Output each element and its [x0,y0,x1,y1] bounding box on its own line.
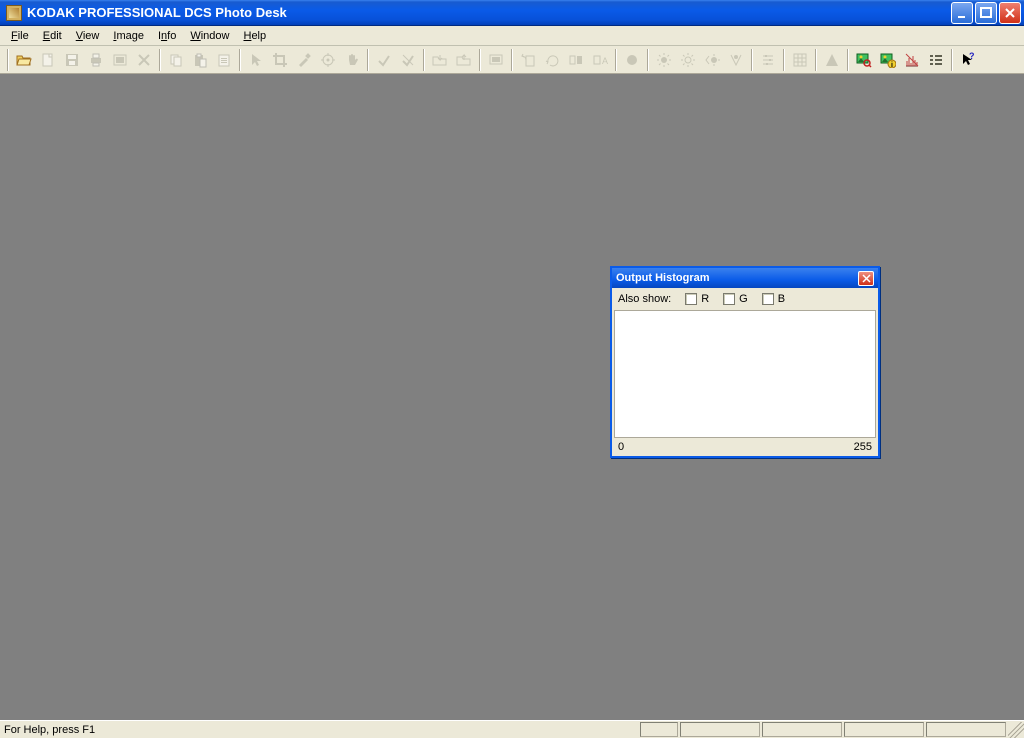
save-icon[interactable] [61,49,83,71]
histogram-footer: 0 255 [612,438,878,456]
histogram-controls: Also show: R G B [612,288,878,310]
rotate-right-icon[interactable] [541,49,563,71]
histogram-max: 255 [854,441,872,453]
minimize-button[interactable] [951,2,973,24]
toolbar-sep [815,49,817,71]
brightness-up-icon[interactable] [653,49,675,71]
status-pane [680,722,760,737]
find-image-icon[interactable] [853,49,875,71]
toolbar-sep [7,49,9,71]
menu-edit[interactable]: Edit [36,28,69,44]
toolbar-sep [647,49,649,71]
toolbar: A i ? [0,46,1024,74]
status-pane [844,722,924,737]
eyedropper-icon[interactable] [293,49,315,71]
toolbar-sep [847,49,849,71]
folder-in-icon[interactable] [429,49,451,71]
checkbox-r[interactable]: R [685,293,709,305]
clipboard-icon[interactable] [213,49,235,71]
svg-text:i: i [891,62,893,68]
toolbar-sep [239,49,241,71]
paste-icon[interactable] [189,49,211,71]
copy-icon[interactable] [165,49,187,71]
toolbar-sep [783,49,785,71]
toolbar-sep [423,49,425,71]
resize-grip-icon[interactable] [1008,722,1024,738]
checkbox-g[interactable]: G [723,293,748,305]
checkbox-b[interactable]: B [762,293,785,305]
status-pane [762,722,842,737]
status-pane [640,722,678,737]
svg-text:A: A [602,56,608,66]
print-icon[interactable] [85,49,107,71]
status-pane [926,722,1006,737]
new-icon[interactable] [37,49,59,71]
warning-icon[interactable] [821,49,843,71]
exposure-right-icon[interactable] [725,49,747,71]
also-show-label: Also show: [618,293,671,305]
histogram-close-button[interactable] [858,271,874,286]
toolbar-sep [951,49,953,71]
statusbar: For Help, press F1 [0,720,1024,738]
svg-text:?: ? [969,52,975,61]
toolbar-sep [615,49,617,71]
status-text: For Help, press F1 [0,724,640,736]
histogram-plot [614,310,876,438]
menubar: File Edit View Image Info Window Help [0,26,1024,46]
flip-icon[interactable] [565,49,587,71]
crop-icon[interactable] [269,49,291,71]
menu-help[interactable]: Help [236,28,273,44]
accept-icon[interactable] [373,49,395,71]
histogram-min: 0 [618,441,624,453]
histogram-titlebar[interactable]: Output Histogram [612,268,878,288]
menu-file[interactable]: File [4,28,36,44]
titlebar: KODAK PROFESSIONAL DCS Photo Desk [0,0,1024,26]
record-icon[interactable] [621,49,643,71]
folder-out-icon[interactable] [453,49,475,71]
screen-icon[interactable] [485,49,507,71]
workspace: Output Histogram Also show: R G B 0 255 [0,74,1024,720]
list-icon[interactable] [925,49,947,71]
brightness-down-icon[interactable] [677,49,699,71]
menu-window[interactable]: Window [183,28,236,44]
menu-view[interactable]: View [69,28,107,44]
context-help-icon[interactable]: ? [957,49,979,71]
target-icon[interactable] [317,49,339,71]
toolbar-sep [479,49,481,71]
text-tool-icon[interactable]: A [589,49,611,71]
histogram-icon[interactable] [901,49,923,71]
toolbar-sep [159,49,161,71]
levels-icon[interactable] [757,49,779,71]
exposure-left-icon[interactable] [701,49,723,71]
histogram-title: Output Histogram [616,272,858,284]
menu-info[interactable]: Info [151,28,183,44]
grid-icon[interactable] [789,49,811,71]
toolbar-sep [751,49,753,71]
hand-icon[interactable] [341,49,363,71]
window-controls [949,2,1021,24]
app-title: KODAK PROFESSIONAL DCS Photo Desk [27,5,949,20]
close-button[interactable] [999,2,1021,24]
delete-icon[interactable] [133,49,155,71]
toolbar-sep [367,49,369,71]
maximize-button[interactable] [975,2,997,24]
page-setup-icon[interactable] [109,49,131,71]
app-icon [6,5,22,21]
rotate-left-icon[interactable] [517,49,539,71]
histogram-window[interactable]: Output Histogram Also show: R G B 0 255 [610,266,880,458]
reject-icon[interactable] [397,49,419,71]
image-info-icon[interactable]: i [877,49,899,71]
open-icon[interactable] [13,49,35,71]
toolbar-sep [511,49,513,71]
pointer-icon[interactable] [245,49,267,71]
menu-image[interactable]: Image [106,28,151,44]
